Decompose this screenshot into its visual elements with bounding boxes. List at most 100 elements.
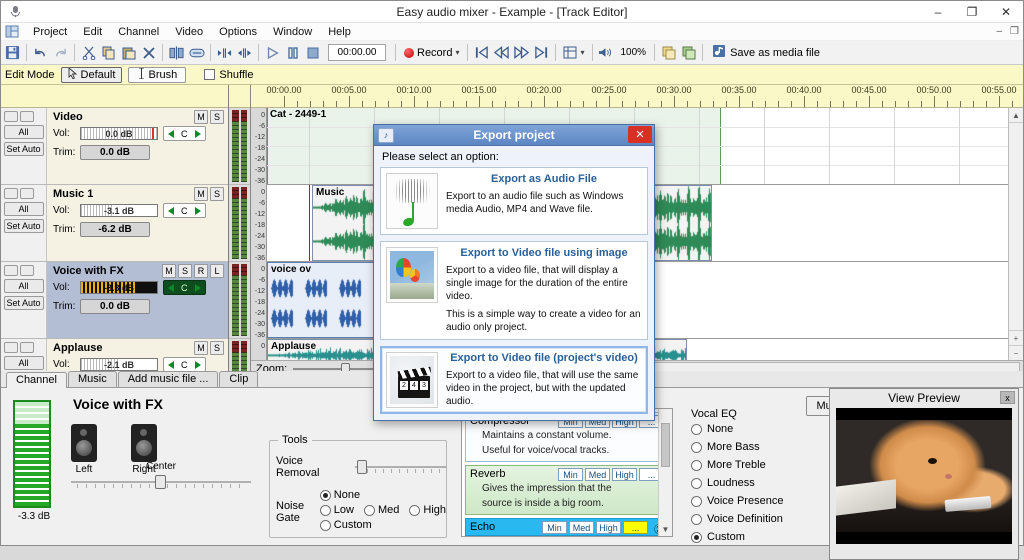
- radio-icon[interactable]: [691, 478, 702, 489]
- track-collapse-icon[interactable]: [20, 342, 34, 353]
- track-collapse-icon[interactable]: [20, 111, 34, 122]
- radio-icon[interactable]: [320, 490, 331, 501]
- pan-right-icon[interactable]: [195, 361, 201, 369]
- tile-windows-icon[interactable]: [679, 43, 698, 63]
- track-trim-value[interactable]: 0.0 dB: [80, 145, 150, 160]
- grid-chevron-down-icon[interactable]: ▾: [580, 48, 584, 57]
- maximize-button[interactable]: ❐: [955, 1, 989, 23]
- paste-icon[interactable]: [119, 43, 138, 63]
- track-all-button[interactable]: All: [4, 279, 44, 293]
- tab-clip[interactable]: Clip: [219, 371, 258, 387]
- skip-to-end-icon[interactable]: [532, 43, 551, 63]
- effect-more-button[interactable]: ...: [623, 521, 648, 534]
- effects-list[interactable]: Compressor Min Med High ... Maintains a …: [461, 408, 673, 537]
- effect-med-button[interactable]: Med: [569, 521, 594, 534]
- fast-forward-icon[interactable]: [512, 43, 531, 63]
- track-volume-slider[interactable]: -3.3 dB: [80, 281, 158, 294]
- move-right-icon[interactable]: [235, 43, 254, 63]
- minimize-button[interactable]: –: [921, 1, 955, 23]
- track-all-button[interactable]: All: [4, 202, 44, 216]
- track-expand-icon[interactable]: [4, 342, 18, 353]
- pan-left-icon[interactable]: [168, 207, 174, 215]
- radio-icon[interactable]: [691, 460, 702, 471]
- track-left-button[interactable]: L: [210, 264, 224, 278]
- chevron-down-icon[interactable]: ▾: [455, 48, 459, 57]
- menu-help[interactable]: Help: [320, 25, 359, 39]
- pan-slider-thumb[interactable]: [155, 475, 166, 489]
- track-all-button[interactable]: All: [4, 125, 44, 139]
- track-set-auto-button[interactable]: Set Auto: [4, 142, 44, 156]
- track-collapse-icon[interactable]: [20, 188, 34, 199]
- track-solo-button[interactable]: S: [210, 341, 224, 355]
- noise-gate-option-low[interactable]: Low: [320, 504, 354, 516]
- track-expand-icon[interactable]: [4, 265, 18, 276]
- record-button[interactable]: Record ▾: [400, 45, 463, 61]
- track-collapse-icon[interactable]: [20, 265, 34, 276]
- radio-icon[interactable]: [691, 496, 702, 507]
- export-option-project-video[interactable]: 243 Export to Video file (project's vide…: [380, 346, 648, 414]
- track-solo-button[interactable]: S: [210, 187, 224, 201]
- pan-left-icon[interactable]: [168, 361, 174, 369]
- effect-med-button[interactable]: Med: [585, 468, 610, 481]
- zoom-in-button[interactable]: +: [1009, 330, 1023, 345]
- track-mute-button[interactable]: M: [194, 187, 208, 201]
- track-set-auto-button[interactable]: Set Auto: [4, 296, 44, 310]
- split-icon[interactable]: [167, 43, 186, 63]
- mdi-restore-button[interactable]: ❐: [1010, 26, 1019, 37]
- shuffle-checkbox[interactable]: Shuffle: [204, 69, 253, 81]
- voice-removal-slider-thumb[interactable]: [357, 460, 367, 474]
- play-icon[interactable]: [263, 43, 282, 63]
- export-option-video-image[interactable]: Export to Video file using image Export …: [380, 241, 648, 340]
- radio-icon[interactable]: [691, 514, 702, 525]
- track-pan-control[interactable]: C: [163, 203, 206, 218]
- trim-icon[interactable]: [187, 43, 206, 63]
- effects-scrollbar-thumb[interactable]: [661, 423, 670, 467]
- radio-icon[interactable]: [320, 505, 331, 516]
- pan-right-icon[interactable]: [195, 130, 201, 138]
- zoom-out-button[interactable]: −: [1009, 345, 1023, 360]
- video-preview-frame[interactable]: [836, 408, 1012, 544]
- tab-channel[interactable]: Channel: [6, 372, 67, 388]
- delete-icon[interactable]: [139, 43, 158, 63]
- track-mute-button[interactable]: M: [194, 110, 208, 124]
- effects-scrollbar[interactable]: ▼: [658, 409, 672, 536]
- menu-channel[interactable]: Channel: [110, 25, 167, 39]
- vertical-scrollbar[interactable]: ▲ + −: [1008, 108, 1023, 360]
- cut-icon[interactable]: [79, 43, 98, 63]
- effect-high-button[interactable]: High: [596, 521, 621, 534]
- menu-video[interactable]: Video: [167, 25, 211, 39]
- track-header-voice-with-fx[interactable]: All Set Auto Voice with FX M S R L Vol:: [1, 262, 228, 339]
- stop-icon[interactable]: [303, 43, 322, 63]
- track-volume-slider[interactable]: 0.0 dB: [80, 127, 158, 140]
- effect-high-button[interactable]: High: [612, 468, 637, 481]
- track-set-auto-button[interactable]: Set Auto: [4, 219, 44, 233]
- cascade-windows-icon[interactable]: [659, 43, 678, 63]
- effects-scroll-down-icon[interactable]: ▼: [659, 525, 672, 534]
- track-header-video[interactable]: All Set Auto Video M S Vol: 0.0 dB: [1, 108, 228, 185]
- shuffle-checkbox-box[interactable]: [204, 69, 215, 80]
- track-pan-control[interactable]: C: [163, 357, 206, 372]
- edit-mode-default-button[interactable]: Default: [61, 67, 123, 83]
- effect-min-button[interactable]: Min: [558, 468, 583, 481]
- save-as-media-file-button[interactable]: Save as media file: [707, 42, 825, 63]
- dialog-close-button[interactable]: ✕: [628, 126, 652, 143]
- pan-slider[interactable]: [71, 475, 251, 489]
- clip-voice-over[interactable]: voice ov: [267, 262, 387, 338]
- track-expand-icon[interactable]: [4, 188, 18, 199]
- export-option-audio-file[interactable]: Export as Audio File Export to an audio …: [380, 167, 648, 235]
- noise-gate-option-none[interactable]: None: [320, 489, 360, 501]
- track-trim-value[interactable]: -6.2 dB: [80, 222, 150, 237]
- noise-gate-option-med[interactable]: Med: [364, 504, 399, 516]
- voice-removal-slider[interactable]: [355, 460, 446, 474]
- track-solo-button[interactable]: S: [210, 110, 224, 124]
- track-mute-button[interactable]: M: [194, 341, 208, 355]
- edit-mode-brush-button[interactable]: Brush: [128, 67, 186, 83]
- radio-icon[interactable]: [691, 442, 702, 453]
- move-left-icon[interactable]: [215, 43, 234, 63]
- effect-echo[interactable]: Echo Min Med High ... Ⓧ: [465, 518, 669, 536]
- menu-project[interactable]: Project: [25, 25, 75, 39]
- noise-gate-option-custom[interactable]: Custom: [320, 519, 372, 531]
- radio-icon[interactable]: [691, 424, 702, 435]
- pan-left-icon[interactable]: [168, 130, 174, 138]
- mdi-minimize-button[interactable]: –: [996, 26, 1002, 37]
